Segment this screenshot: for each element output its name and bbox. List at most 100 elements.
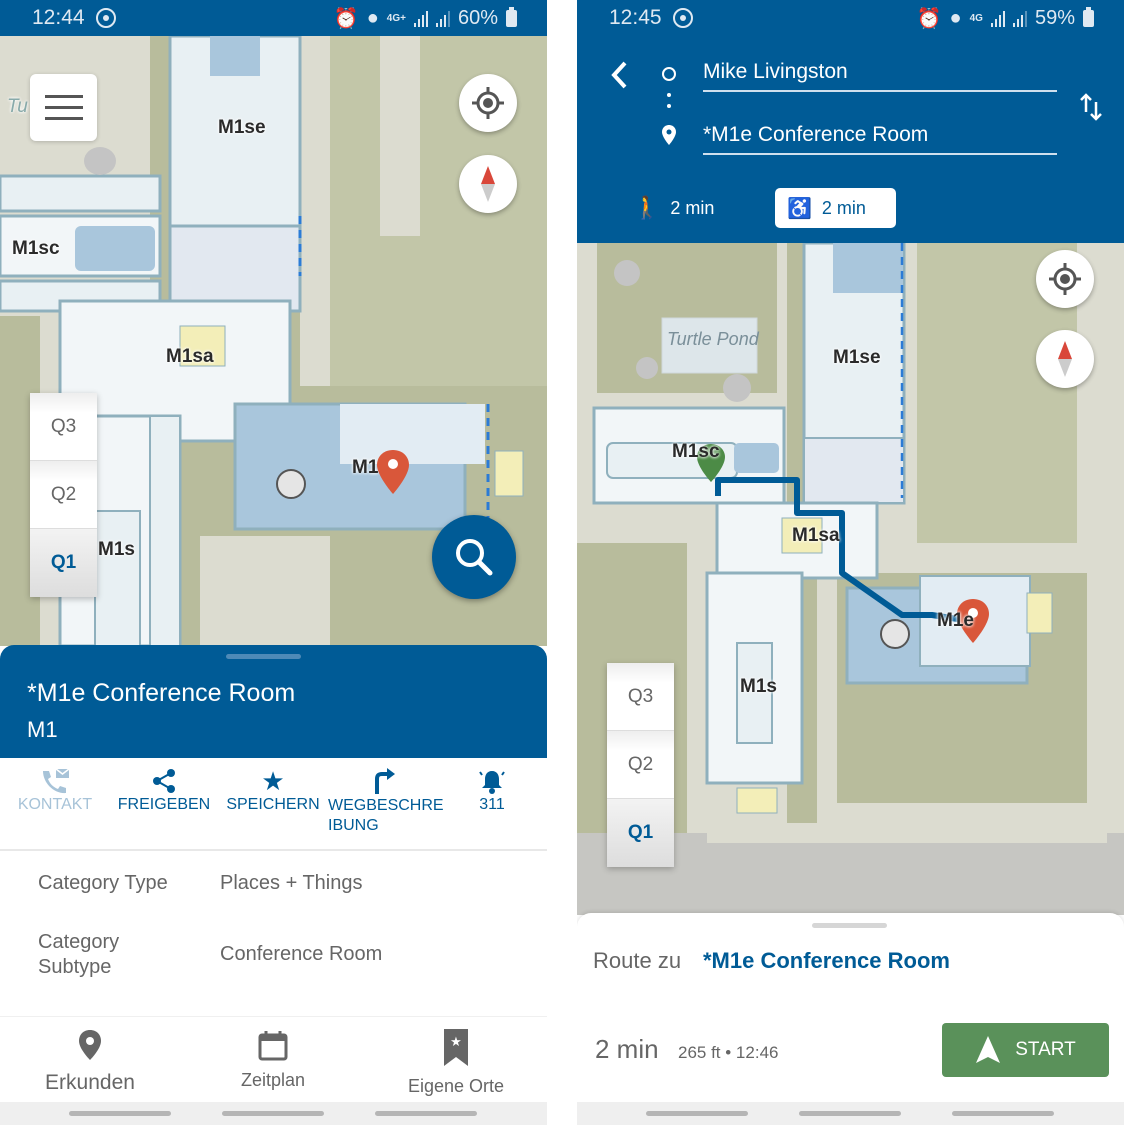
compass-icon bbox=[481, 166, 495, 202]
sys-nav-pill[interactable] bbox=[952, 1111, 1054, 1116]
system-nav-bar bbox=[577, 1102, 1124, 1125]
detail-key: Category Subtype bbox=[38, 931, 120, 978]
swap-icon[interactable] bbox=[1079, 92, 1103, 122]
search-button[interactable] bbox=[432, 515, 516, 599]
mode-walk[interactable]: 🚶 2 min bbox=[633, 188, 714, 228]
location-icon: ● bbox=[366, 7, 379, 29]
nav-explore-label: Erkunden bbox=[45, 1071, 135, 1094]
network-type: 4G+ bbox=[386, 13, 406, 24]
map-label-m1s[interactable]: M1s bbox=[98, 539, 135, 561]
floor-q3[interactable]: Q3 bbox=[30, 393, 97, 461]
contact-button[interactable]: KONTAKT bbox=[0, 766, 110, 814]
battery-percent: 59% bbox=[1034, 7, 1075, 29]
route-to-label: Route zu bbox=[593, 948, 682, 973]
place-sheet-header[interactable]: *M1e Conference Room M1 bbox=[0, 645, 547, 758]
map-label-m1se[interactable]: M1se bbox=[833, 347, 881, 369]
my-location-button[interactable] bbox=[1036, 250, 1094, 308]
floor-q2[interactable]: Q2 bbox=[30, 461, 97, 529]
sys-nav-pill[interactable] bbox=[799, 1111, 901, 1116]
mode-wheelchair[interactable]: ♿ 2 min bbox=[775, 188, 896, 228]
contact-label: KONTAKT bbox=[17, 796, 93, 813]
star-icon: ★ bbox=[261, 765, 285, 796]
place-title: *M1e Conference Room bbox=[27, 679, 296, 707]
report-311-button[interactable]: 311 bbox=[437, 766, 547, 814]
sys-nav-pill[interactable] bbox=[375, 1111, 477, 1116]
share-button[interactable]: FREIGEBEN bbox=[109, 766, 219, 814]
compass-button[interactable] bbox=[1036, 330, 1094, 388]
detail-value: Places + Things bbox=[220, 872, 363, 894]
parking-icon bbox=[276, 469, 306, 499]
sys-nav-pill[interactable] bbox=[222, 1111, 324, 1116]
start-navigation-button[interactable]: START bbox=[942, 1023, 1109, 1077]
origin-circle-icon bbox=[662, 67, 676, 81]
save-button[interactable]: ★ SPEICHERN bbox=[218, 766, 328, 814]
back-icon[interactable] bbox=[609, 60, 629, 90]
destination-input[interactable]: *M1e Conference Room bbox=[703, 123, 1057, 155]
map-label-m1sa[interactable]: M1sa bbox=[792, 525, 840, 547]
walk-icon: 🚶 bbox=[633, 195, 661, 220]
crosshair-icon bbox=[1049, 263, 1081, 295]
phone-mail-icon bbox=[43, 768, 70, 794]
system-nav-bar bbox=[0, 1102, 547, 1125]
sys-nav-pill[interactable] bbox=[69, 1111, 171, 1116]
navigation-arrow-icon bbox=[976, 1036, 1001, 1063]
nav-my-places-label: Eigene Orte bbox=[407, 1076, 505, 1096]
map-label-m1e[interactable]: M1e bbox=[937, 610, 974, 632]
place-detail-screen: 12:44 ⏰ ● 4G+ 60% Tu M1se M1sc M1sa M1e … bbox=[0, 0, 547, 1125]
sys-nav-pill[interactable] bbox=[646, 1111, 748, 1116]
floor-q1[interactable]: Q1 bbox=[30, 529, 97, 597]
destination-pin-icon bbox=[662, 125, 676, 145]
status-time: 12:44 bbox=[32, 6, 85, 29]
map-label-m1s[interactable]: M1s bbox=[740, 676, 777, 698]
directions-button[interactable]: WEGBESCHRE IBUNG bbox=[327, 766, 444, 836]
action-bar: KONTAKT FREIGEBEN ★ SPEICHERN WEGBESCHRE… bbox=[0, 758, 547, 851]
menu-button[interactable] bbox=[30, 74, 97, 141]
mode-wheelchair-time: 2 min bbox=[821, 197, 866, 218]
bell-icon bbox=[479, 771, 505, 794]
status-bar: 12:45 ⏰ ● 4G 59% bbox=[577, 0, 1124, 36]
report-311-label: 311 bbox=[479, 796, 505, 813]
network-type: 4G bbox=[969, 13, 983, 24]
signal-icon-2 bbox=[1012, 10, 1027, 27]
place-building: M1 bbox=[27, 717, 58, 742]
route-destination: *M1e Conference Room bbox=[703, 948, 950, 973]
alarm-icon: ⏰ bbox=[916, 8, 942, 30]
sync-icon bbox=[96, 8, 116, 28]
map-label-m1se[interactable]: M1se bbox=[218, 117, 266, 139]
route-duration: 2 min bbox=[595, 1034, 659, 1064]
mode-walk-time: 2 min bbox=[670, 197, 715, 218]
floor-picker: Q3 Q2 Q1 bbox=[30, 393, 97, 597]
signal-icon-2 bbox=[435, 10, 450, 27]
location-icon: ● bbox=[949, 7, 962, 29]
route-screen: 12:45 ⏰ ● 4G 59% Mike Livingston *M1e Co… bbox=[577, 0, 1124, 1125]
share-label: FREIGEBEN bbox=[117, 796, 211, 813]
floor-q1[interactable]: Q1 bbox=[607, 799, 674, 867]
crosshair-icon bbox=[472, 87, 504, 119]
origin-input[interactable]: Mike Livingston bbox=[703, 60, 1057, 92]
map-label-m1sa[interactable]: M1sa bbox=[166, 346, 214, 368]
sheet-drag-handle[interactable] bbox=[812, 923, 887, 928]
floor-q2[interactable]: Q2 bbox=[607, 731, 674, 799]
map-label-m1sc[interactable]: M1sc bbox=[672, 441, 720, 463]
detail-value: Conference Room bbox=[220, 943, 383, 965]
map-label-partial: Tu bbox=[7, 96, 28, 117]
nav-schedule[interactable]: Zeitplan bbox=[183, 1029, 363, 1091]
calendar-icon bbox=[258, 1031, 288, 1061]
nav-explore[interactable]: Erkunden bbox=[0, 1029, 180, 1095]
compass-icon bbox=[1058, 341, 1072, 377]
directions-label: WEGBESCHRE IBUNG bbox=[328, 797, 444, 834]
sheet-drag-handle[interactable] bbox=[226, 654, 301, 659]
search-icon bbox=[456, 539, 493, 576]
wheelchair-icon: ♿ bbox=[787, 197, 812, 220]
my-location-button[interactable] bbox=[459, 74, 517, 132]
route-summary-sheet: Route zu *M1e Conference Room 2 min 265 … bbox=[577, 913, 1124, 1103]
nav-my-places[interactable]: ★ Eigene Orte bbox=[366, 1029, 546, 1097]
destination-marker-icon[interactable] bbox=[375, 448, 411, 496]
floor-q3[interactable]: Q3 bbox=[607, 663, 674, 731]
map-label-m1sc[interactable]: M1sc bbox=[12, 238, 60, 260]
signal-icon bbox=[413, 10, 428, 27]
bottom-navigation: Erkunden Zeitplan ★ Eigene Orte bbox=[0, 1016, 547, 1102]
compass-button[interactable] bbox=[459, 155, 517, 213]
parking-icon bbox=[880, 619, 910, 649]
place-pin-icon bbox=[79, 1030, 101, 1060]
